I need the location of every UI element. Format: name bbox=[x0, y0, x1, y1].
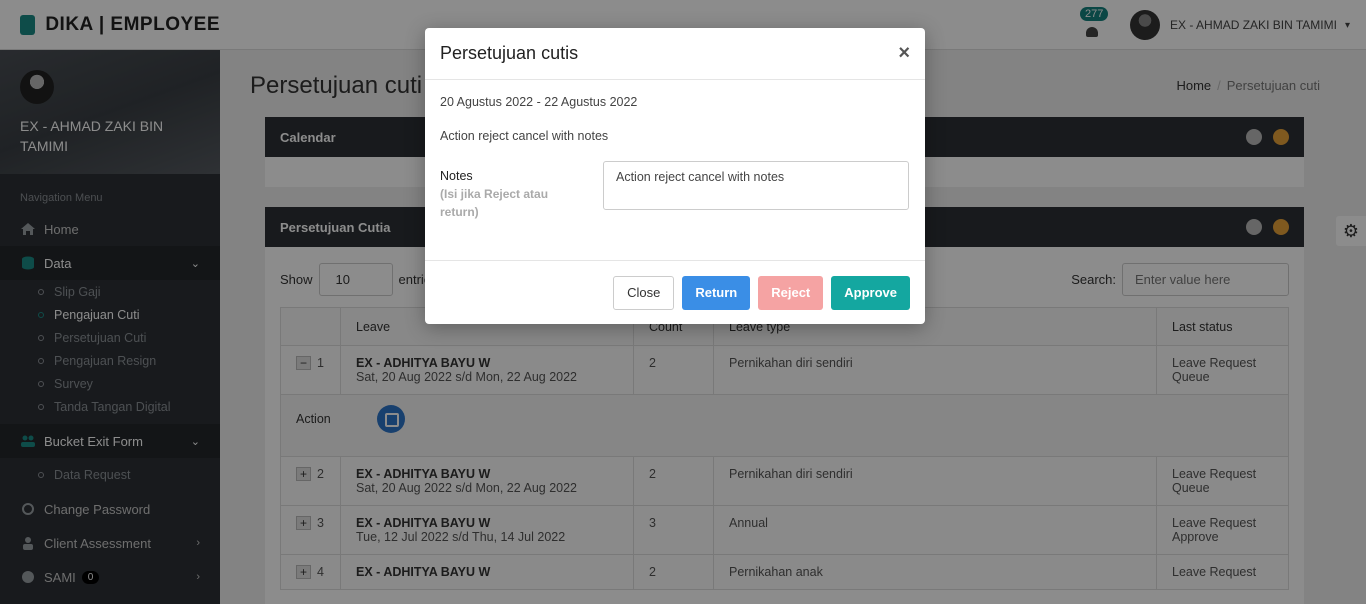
notes-label-group: Notes (Isi jika Reject atau return) bbox=[440, 169, 580, 221]
notes-label: Notes bbox=[440, 169, 473, 183]
return-button[interactable]: Return bbox=[682, 275, 751, 310]
notes-hint: (Isi jika Reject atau return) bbox=[440, 187, 549, 219]
notes-textarea[interactable]: Action reject cancel with notes bbox=[603, 161, 909, 210]
close-icon[interactable]: × bbox=[898, 42, 910, 65]
modal-title: Persetujuan cutis bbox=[440, 43, 579, 63]
modal-footer: Close Return Reject Approve bbox=[425, 260, 925, 324]
modal-body: 20 Agustus 2022 - 22 Agustus 2022 Action… bbox=[425, 80, 925, 260]
close-button[interactable]: Close bbox=[613, 275, 675, 310]
approve-button[interactable]: Approve bbox=[831, 275, 910, 310]
approval-modal: Persetujuan cutis × 20 Agustus 2022 - 22… bbox=[425, 28, 925, 324]
action-description: Action reject cancel with notes bbox=[440, 129, 609, 143]
reject-button[interactable]: Reject bbox=[758, 275, 824, 310]
modal-header: Persetujuan cutis × bbox=[425, 28, 925, 80]
leave-date-range: 20 Agustus 2022 - 22 Agustus 2022 bbox=[440, 95, 638, 109]
